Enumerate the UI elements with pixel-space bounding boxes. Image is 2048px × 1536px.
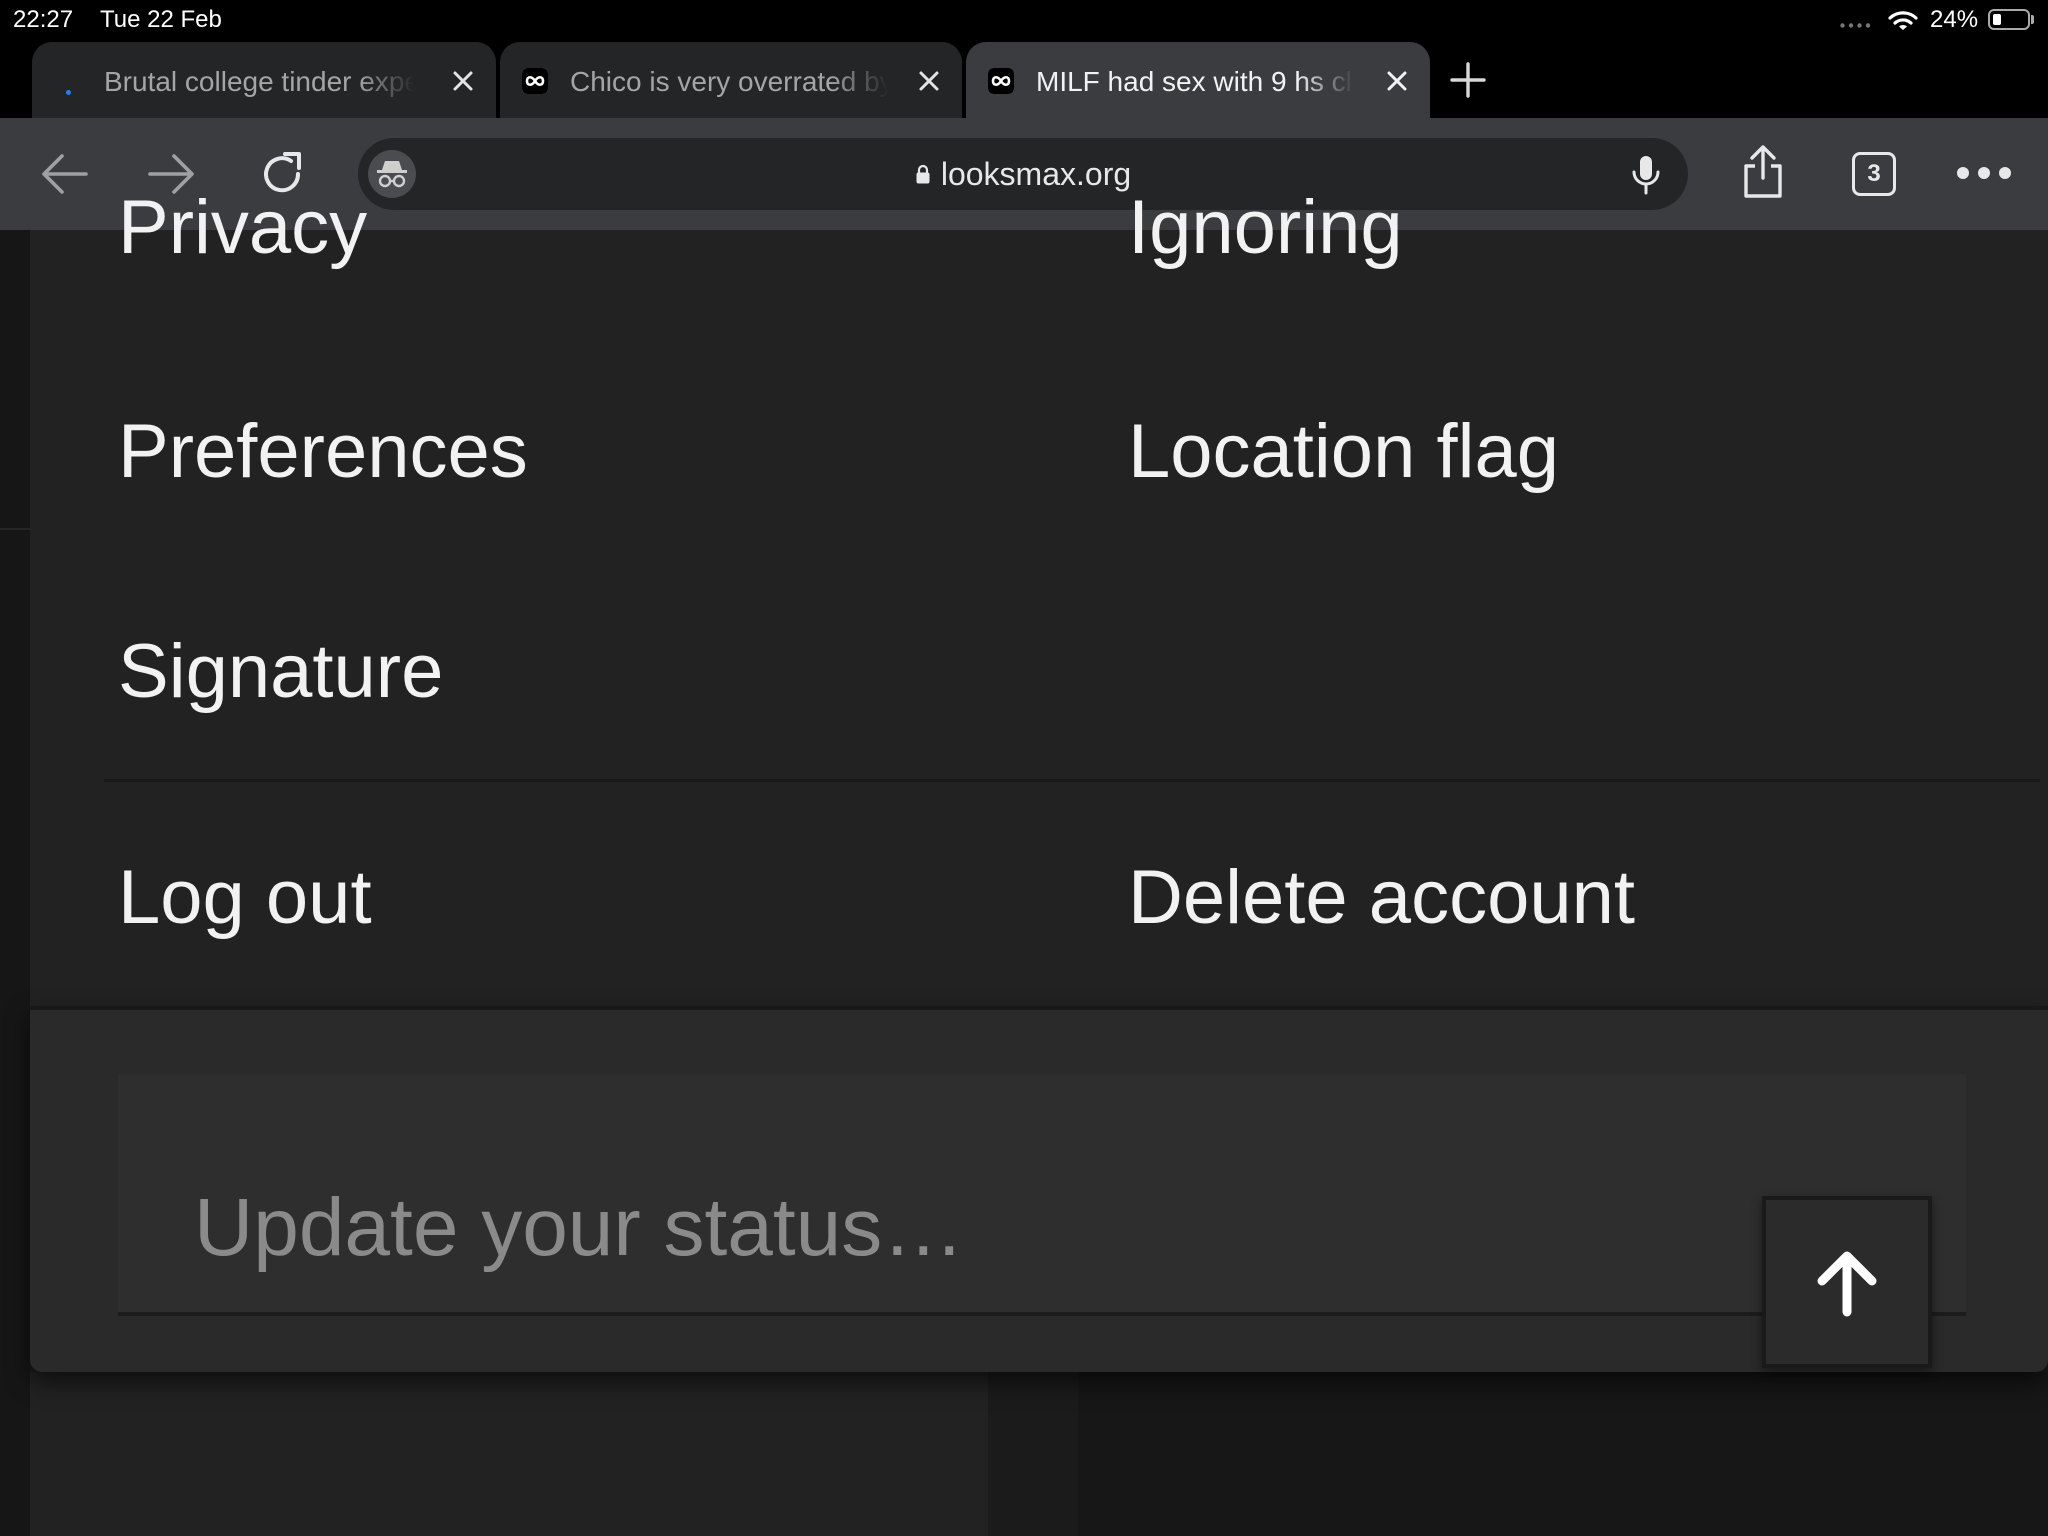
tab-brutal-college[interactable]: Brutal college tinder experience [32,42,496,118]
tab-title: Brutal college tinder experience [104,66,414,97]
tab-title: MILF had sex with 9 hs classmates [1036,66,1354,97]
page-background-block [30,1372,988,1536]
wifi-icon [1888,11,1918,30]
tab-chico[interactable]: Chico is very overrated by looksmaxxers [500,42,962,118]
menu-item-signature[interactable]: Signature [118,634,443,710]
gutter-divider [0,528,30,530]
account-menu-panel: Privacy Ignoring Preferences Location fl… [30,190,2048,1006]
close-icon[interactable] [1382,66,1412,96]
tab-switcher-button[interactable]: 3 [1852,152,1896,196]
menu-divider [104,779,2040,782]
arrow-up-icon [1817,1251,1877,1317]
close-icon[interactable] [448,66,478,96]
page-background-column [988,1372,1078,1536]
tab-milf-active[interactable]: MILF had sex with 9 hs classmates [966,42,1430,118]
page-side-gutter [0,230,30,1536]
menu-item-ignoring[interactable]: Ignoring [1128,190,1403,266]
status-update-input[interactable] [118,1074,1966,1316]
share-icon[interactable] [1740,144,1786,200]
status-update-panel [30,1006,2048,1372]
menu-item-privacy[interactable]: Privacy [118,190,367,266]
status-date: Tue 22 Feb [100,6,222,33]
menu-item-preferences[interactable]: Preferences [118,414,528,490]
site-favicon [988,68,1014,94]
tab-title: Chico is very overrated by looksmaxxers [570,66,888,97]
battery-tip [2031,15,2034,24]
menu-item-location-flag[interactable]: Location flag [1128,414,1559,490]
more-icon[interactable] [1956,166,2012,180]
cellular-dots-icon [1840,23,1871,28]
tab-strip: Brutal college tinder experience Chico i… [0,40,2048,118]
close-icon[interactable] [914,66,944,96]
microphone-icon[interactable] [1630,154,1662,196]
post-status-button[interactable] [1762,1196,1932,1368]
battery-icon [1988,9,2030,30]
menu-item-delete-account[interactable]: Delete account [1128,860,1635,936]
menu-item-log-out[interactable]: Log out [118,860,372,936]
address-bar[interactable]: looksmax.org [358,138,1688,210]
infinity-logo-icon [522,68,548,94]
status-time: 22:27 [13,6,74,33]
back-arrow-icon[interactable] [38,152,90,196]
page-background-block [1078,1372,2048,1536]
new-tab-plus-icon[interactable] [1446,58,1490,102]
loading-dot-icon [66,90,71,95]
lock-icon [916,164,930,184]
site-favicon [522,68,548,94]
infinity-logo-icon [988,68,1014,94]
url-text: looksmax.org [940,155,1132,192]
battery-percent: 24% [1930,6,1979,33]
ios-status-bar: 22:27 Tue 22 Feb 24% [0,0,2048,40]
